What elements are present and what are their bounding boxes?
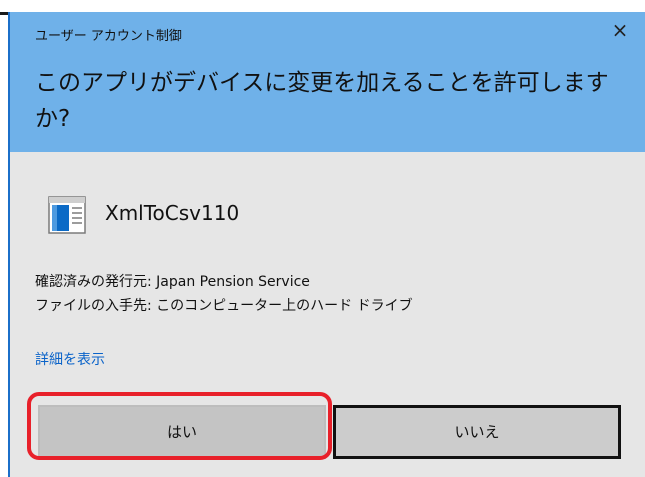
app-name: XmlToCsv110 — [105, 201, 240, 225]
application-window-icon — [48, 196, 86, 234]
origin-line: ファイルの入手先: このコンピューター上のハード ドライブ — [35, 298, 413, 314]
close-icon[interactable]: × — [610, 20, 630, 40]
screenshot-page: ユーザー アカウント制御 × このアプリがデバイスに変更を加えることを許可します… — [0, 0, 645, 477]
show-details-link[interactable]: 詳細を表示 — [35, 349, 105, 369]
dialog-body: XmlToCsv110 確認済みの発行元: Japan Pension Serv… — [10, 152, 645, 477]
publisher-info: 確認済みの発行元: Japan Pension Service ファイルの入手先… — [35, 270, 413, 318]
window-title: ユーザー アカウント制御 — [35, 29, 182, 44]
yes-button[interactable]: はい — [38, 405, 326, 459]
permission-question: このアプリがデバイスに変更を加えることを許可しますか? — [35, 70, 609, 132]
publisher-line: 確認済みの発行元: Japan Pension Service — [35, 274, 310, 290]
dialog-header: ユーザー アカウント制御 × このアプリがデバイスに変更を加えることを許可します… — [10, 12, 645, 152]
no-button[interactable]: いいえ — [333, 405, 621, 459]
uac-dialog: ユーザー アカウント制御 × このアプリがデバイスに変更を加えることを許可します… — [8, 12, 645, 477]
